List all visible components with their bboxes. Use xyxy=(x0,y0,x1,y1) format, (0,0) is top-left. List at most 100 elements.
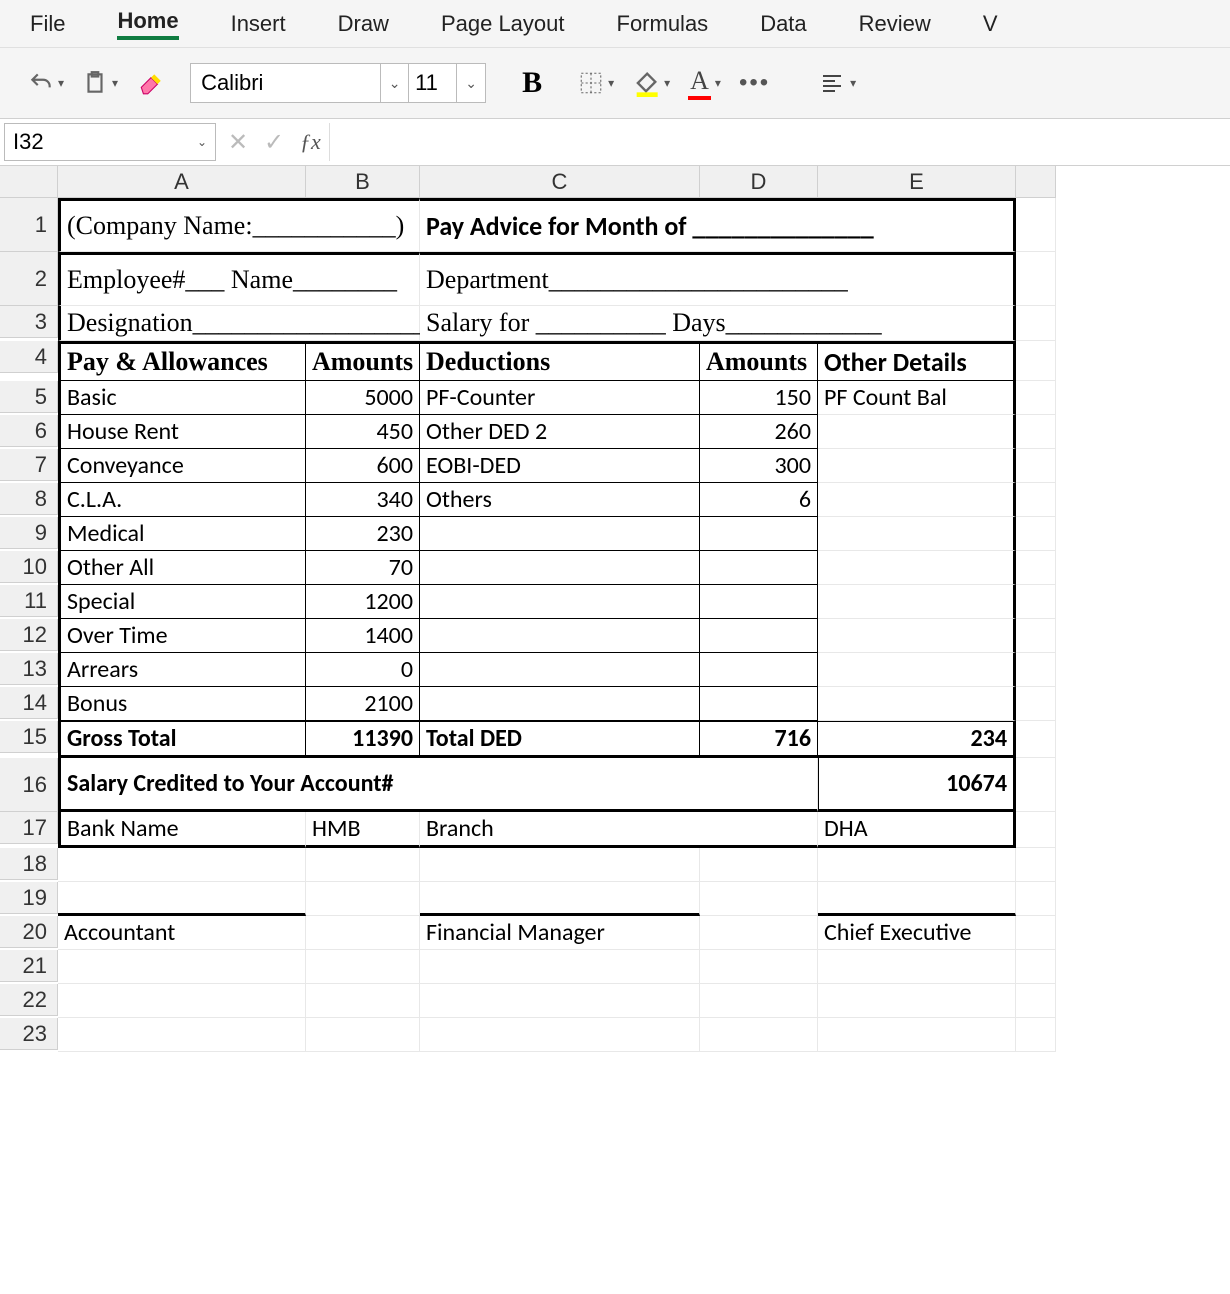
cell[interactable]: DHA xyxy=(818,812,1016,848)
cell[interactable] xyxy=(420,619,700,653)
cell[interactable]: Branch xyxy=(420,812,818,848)
cell[interactable]: 10674 xyxy=(818,758,1016,812)
cell[interactable] xyxy=(1016,381,1056,415)
cell[interactable]: 150 xyxy=(700,381,818,415)
tab-view-cut[interactable]: V xyxy=(983,11,998,37)
cell[interactable]: 6 xyxy=(700,483,818,517)
cell[interactable]: Total DED xyxy=(420,721,700,758)
name-box[interactable]: I32 ⌄ xyxy=(4,123,216,161)
cell[interactable]: 340 xyxy=(306,483,420,517)
row-header[interactable]: 16 xyxy=(0,758,58,812)
cell[interactable] xyxy=(818,882,1016,916)
cell[interactable]: Gross Total xyxy=(58,721,306,758)
cell[interactable] xyxy=(700,1018,818,1052)
cell[interactable] xyxy=(420,950,700,984)
row-header[interactable]: 18 xyxy=(0,848,58,880)
col-header-f[interactable] xyxy=(1016,166,1056,198)
cell[interactable]: Financial Manager xyxy=(420,916,700,950)
cell[interactable] xyxy=(818,517,1016,551)
cell[interactable] xyxy=(818,415,1016,449)
formula-bar[interactable] xyxy=(329,123,1230,161)
row-header[interactable]: 9 xyxy=(0,517,58,549)
cell[interactable] xyxy=(1016,848,1056,882)
cell[interactable]: 600 xyxy=(306,449,420,483)
cell[interactable] xyxy=(58,1018,306,1052)
enter-formula-button[interactable]: ✓ xyxy=(256,128,292,157)
cell[interactable]: Chief Executive xyxy=(818,916,1016,950)
row-header[interactable]: 3 xyxy=(0,306,58,338)
cell[interactable] xyxy=(1016,483,1056,517)
cell[interactable] xyxy=(700,984,818,1018)
cell[interactable]: Accountant xyxy=(58,916,306,950)
cell[interactable]: 11390 xyxy=(306,721,420,758)
cell[interactable]: Other All xyxy=(58,551,306,585)
cell[interactable]: Arrears xyxy=(58,653,306,687)
row-header[interactable]: 22 xyxy=(0,984,58,1016)
cell[interactable]: 230 xyxy=(306,517,420,551)
cell[interactable]: Department_______________________ xyxy=(420,252,1016,306)
cell[interactable]: Bonus xyxy=(58,687,306,721)
cell[interactable] xyxy=(1016,517,1056,551)
tab-file[interactable]: File xyxy=(30,11,65,37)
cell[interactable]: Salary Credited to Your Account# xyxy=(58,758,818,812)
cell[interactable]: Conveyance xyxy=(58,449,306,483)
cell[interactable] xyxy=(818,1018,1016,1052)
tab-review[interactable]: Review xyxy=(859,11,931,37)
cell[interactable]: 450 xyxy=(306,415,420,449)
paste-button[interactable]: ▾ xyxy=(82,70,118,96)
borders-button[interactable]: ▾ xyxy=(578,70,614,96)
cell[interactable] xyxy=(58,950,306,984)
cell[interactable]: 234 xyxy=(818,721,1016,758)
font-size-select[interactable]: 11 xyxy=(409,64,457,102)
cell[interactable]: 300 xyxy=(700,449,818,483)
cell[interactable]: Other Details xyxy=(818,341,1016,381)
cell[interactable] xyxy=(700,551,818,585)
cell[interactable]: Pay Advice for Month of ______________ xyxy=(420,198,1016,252)
cell[interactable] xyxy=(306,882,420,916)
tab-draw[interactable]: Draw xyxy=(338,11,389,37)
cell[interactable] xyxy=(58,848,306,882)
cell[interactable]: Employee#___ Name________ xyxy=(58,252,420,306)
cell[interactable] xyxy=(306,848,420,882)
cell[interactable] xyxy=(58,984,306,1018)
font-color-button[interactable]: A ▾ xyxy=(688,66,721,100)
cell[interactable] xyxy=(700,517,818,551)
row-header[interactable]: 1 xyxy=(0,198,58,252)
cell[interactable] xyxy=(818,483,1016,517)
tab-formulas[interactable]: Formulas xyxy=(617,11,709,37)
cell[interactable]: 2100 xyxy=(306,687,420,721)
cell[interactable] xyxy=(1016,950,1056,984)
cell[interactable] xyxy=(818,984,1016,1018)
cell[interactable]: 260 xyxy=(700,415,818,449)
cell[interactable]: (Company Name:___________) xyxy=(58,198,420,252)
cell[interactable] xyxy=(420,984,700,1018)
cell[interactable]: Other DED 2 xyxy=(420,415,700,449)
cell[interactable] xyxy=(818,687,1016,721)
row-header[interactable]: 8 xyxy=(0,483,58,515)
cell[interactable] xyxy=(700,848,818,882)
cell[interactable] xyxy=(818,585,1016,619)
cell[interactable] xyxy=(700,619,818,653)
cell[interactable] xyxy=(1016,551,1056,585)
row-header[interactable]: 15 xyxy=(0,721,58,753)
cell[interactable] xyxy=(306,1018,420,1052)
chevron-down-icon[interactable]: ⌄ xyxy=(381,64,409,102)
row-header[interactable]: 4 xyxy=(0,341,58,373)
cell[interactable]: PF Count Bal xyxy=(818,381,1016,415)
cancel-formula-button[interactable]: ✕ xyxy=(220,128,256,157)
cell[interactable] xyxy=(818,449,1016,483)
cell[interactable]: Amounts xyxy=(700,341,818,381)
cell[interactable] xyxy=(1016,619,1056,653)
font-name-select[interactable]: Calibri xyxy=(191,64,381,102)
cell[interactable]: EOBI-DED xyxy=(420,449,700,483)
spreadsheet-grid[interactable]: A B C D E 1 (Company Name:___________) P… xyxy=(0,166,1230,1052)
cell[interactable] xyxy=(1016,721,1056,758)
cell[interactable] xyxy=(420,1018,700,1052)
cell[interactable] xyxy=(818,619,1016,653)
undo-button[interactable]: ▾ xyxy=(28,70,64,96)
cell[interactable]: House Rent xyxy=(58,415,306,449)
cell[interactable]: C.L.A. xyxy=(58,483,306,517)
col-header-d[interactable]: D xyxy=(700,166,818,198)
row-header[interactable]: 11 xyxy=(0,585,58,617)
cell[interactable] xyxy=(818,551,1016,585)
